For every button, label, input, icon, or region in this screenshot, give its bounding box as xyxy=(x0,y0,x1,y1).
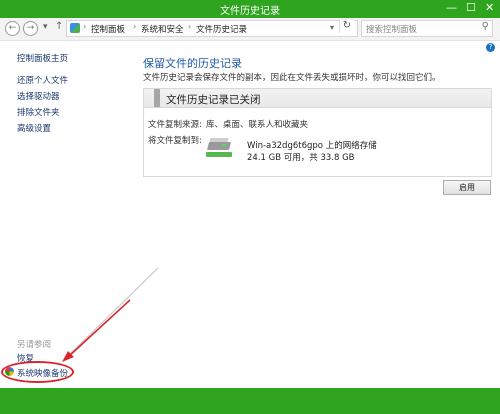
annotation-arrow xyxy=(62,267,159,362)
annotation-circle xyxy=(1,361,74,383)
bottom-green-band xyxy=(0,388,500,414)
